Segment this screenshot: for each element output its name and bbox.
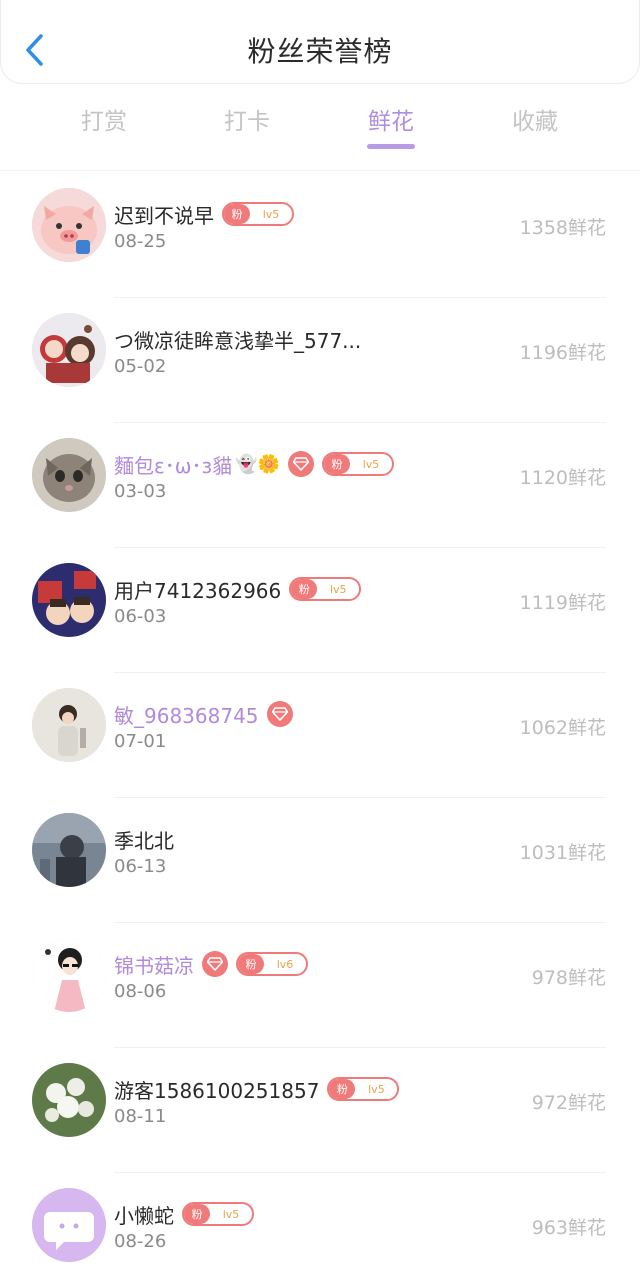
fan-name-line: 迟到不说早粉 lv5 xyxy=(114,200,294,228)
name-emoji: 👻🌼 xyxy=(235,453,281,475)
fan-name[interactable]: つ微凉徒眸意浅挚半_577... xyxy=(114,325,361,354)
avatar[interactable] xyxy=(32,313,106,387)
flower-count: 1358鲜花 xyxy=(519,217,606,239)
fan-name-line: つ微凉徒眸意浅挚半_577... xyxy=(114,325,361,353)
flower-count: 978鲜花 xyxy=(531,967,606,989)
avatar[interactable] xyxy=(32,813,106,887)
fan-row[interactable]: 季北北 06-13 1031鲜花 xyxy=(0,798,640,923)
header-bar: 粉丝荣誉榜 xyxy=(0,0,640,84)
avatar[interactable] xyxy=(32,938,106,1012)
fan-date: 08-25 xyxy=(114,231,167,252)
vip-diamond-badge xyxy=(266,701,293,727)
fan-date: 08-06 xyxy=(114,981,167,1002)
fan-name[interactable]: 麵包ε･ω･з貓 xyxy=(114,450,232,479)
flower-count: 1031鲜花 xyxy=(519,842,606,864)
fan-name-line: 小懒蛇粉 lv5 xyxy=(114,1200,254,1228)
vip-diamond-badge xyxy=(288,451,315,477)
fan-name-line: 季北北 xyxy=(114,825,174,853)
divider xyxy=(0,170,640,171)
tab-bar: 打赏 打卡 鲜花 收藏 xyxy=(0,96,640,156)
fan-badge-tag: 粉 xyxy=(184,1204,210,1224)
fan-badge-tag: 粉 xyxy=(329,1079,356,1099)
fan-date: 05-02 xyxy=(114,356,167,377)
flower-count: 1062鲜花 xyxy=(519,717,606,739)
fan-badge-tag: 粉 xyxy=(224,204,250,224)
fan-row[interactable]: 小懒蛇粉 lv5 08-26 963鲜花 xyxy=(0,1173,640,1268)
avatar[interactable] xyxy=(32,438,106,512)
flower-count: 1196鲜花 xyxy=(519,342,606,364)
fan-row[interactable]: つ微凉徒眸意浅挚半_577... 05-02 1196鲜花 xyxy=(0,298,640,423)
avatar[interactable] xyxy=(32,1188,106,1262)
diamond-icon xyxy=(207,957,223,971)
fan-name-line: 用户7412362966 粉 lv5 xyxy=(114,575,362,604)
fan-list: 迟到不说早粉 lv5 08-25 1358鲜花 つ微凉徒眸意浅挚半_577... 05-0… xyxy=(0,173,640,1268)
avatar[interactable] xyxy=(32,1063,106,1137)
fan-date: 03-03 xyxy=(114,481,167,502)
avatar[interactable] xyxy=(32,563,106,637)
fan-row[interactable]: 用户7412362966 粉 lv5 06-03 1119鲜花 xyxy=(0,548,640,673)
flower-count: 1120鲜花 xyxy=(519,467,606,489)
fan-name[interactable]: 用户7412362966 xyxy=(114,575,281,604)
fan-row[interactable]: 游客1586100251857 粉 lv5 08-11 972鲜花 xyxy=(0,1048,640,1173)
fan-date: 06-03 xyxy=(114,606,167,627)
tab-checkin[interactable]: 打卡 xyxy=(197,102,297,136)
fan-name[interactable]: 迟到不说早 xyxy=(114,200,214,229)
fan-badge-level: lv5 xyxy=(329,582,347,596)
avatar[interactable] xyxy=(32,188,106,262)
fan-level-badge: 粉 lv5 xyxy=(322,452,395,476)
fan-row[interactable]: 迟到不说早粉 lv5 08-25 1358鲜花 xyxy=(0,173,640,298)
fan-row[interactable]: 锦书菇凉 粉 lv6 08-06 978鲜花 xyxy=(0,923,640,1048)
fan-badge-level: lv6 xyxy=(276,957,294,971)
fan-level-badge: 粉 lv5 xyxy=(222,202,294,226)
fan-badge-tag: 粉 xyxy=(324,454,351,474)
fan-date: 07-01 xyxy=(114,731,167,752)
flower-count: 963鲜花 xyxy=(531,1217,606,1239)
fan-badge-tag: 粉 xyxy=(291,579,318,599)
fan-name-line: 麵包ε･ω･з貓 👻🌼 粉 lv5 xyxy=(114,450,395,479)
fan-name-line: 锦书菇凉 粉 lv6 xyxy=(114,950,308,978)
fan-name[interactable]: 锦书菇凉 xyxy=(114,950,194,979)
diamond-icon xyxy=(271,707,288,721)
fan-name[interactable]: 季北北 xyxy=(114,825,174,854)
fan-badge-level: lv5 xyxy=(368,1082,385,1096)
tab-flowers[interactable]: 鲜花 xyxy=(341,102,441,136)
tab-reward[interactable]: 打赏 xyxy=(54,102,154,136)
fan-badge-tag: 粉 xyxy=(238,954,264,974)
fan-name-line: 游客1586100251857 粉 lv5 xyxy=(114,1075,400,1104)
fan-level-badge: 粉 lv5 xyxy=(182,1202,254,1226)
fan-badge-level: lv5 xyxy=(262,207,280,221)
fan-badge-level: lv5 xyxy=(362,457,380,471)
fan-row[interactable]: 敏_968368745 07-01 1062鲜花 xyxy=(0,673,640,798)
avatar[interactable] xyxy=(32,688,106,762)
fan-date: 08-11 xyxy=(114,1106,167,1127)
fan-badge-level: lv5 xyxy=(222,1207,240,1221)
fan-level-badge: 粉 lv6 xyxy=(236,952,308,976)
fan-row[interactable]: 麵包ε･ω･з貓 👻🌼 粉 lv5 03-03 1120鲜花 xyxy=(0,423,640,548)
fan-level-badge: 粉 lv5 xyxy=(327,1077,400,1101)
diamond-icon xyxy=(293,457,310,471)
flower-count: 972鲜花 xyxy=(531,1092,606,1114)
active-tab-indicator xyxy=(367,144,415,149)
flower-count: 1119鲜花 xyxy=(519,592,606,614)
fan-date: 08-26 xyxy=(114,1231,167,1252)
page-title: 粉丝荣誉榜 xyxy=(247,35,393,68)
fan-name[interactable]: 小懒蛇 xyxy=(114,1200,174,1229)
vip-diamond-badge xyxy=(202,951,228,977)
fan-name[interactable]: 敏_968368745 xyxy=(114,700,259,729)
tab-favorites[interactable]: 收藏 xyxy=(485,102,585,136)
fan-name[interactable]: 游客1586100251857 xyxy=(114,1075,319,1104)
fan-date: 06-13 xyxy=(114,856,167,877)
fan-name-line: 敏_968368745 xyxy=(114,700,293,728)
fan-level-badge: 粉 lv5 xyxy=(289,577,362,601)
